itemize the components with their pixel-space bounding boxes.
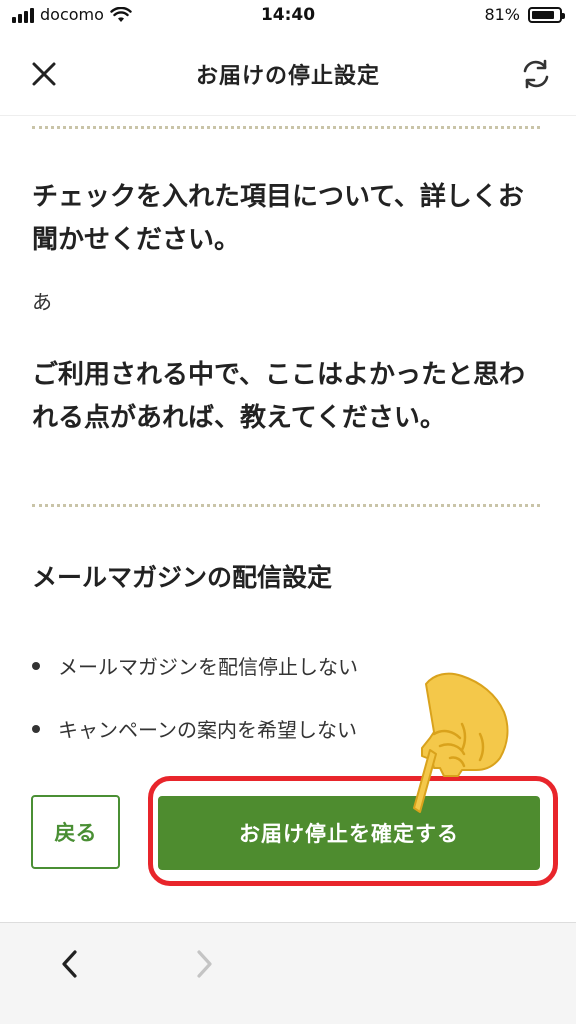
nav-bar: お届けの停止設定 bbox=[0, 34, 576, 116]
battery-percent: 81% bbox=[484, 5, 520, 24]
bullet-icon bbox=[32, 724, 40, 733]
chevron-left-icon[interactable] bbox=[56, 947, 84, 981]
chevron-right-icon[interactable] bbox=[190, 947, 218, 981]
option-label: キャンペーンの案内を希望しない bbox=[58, 718, 357, 742]
answer-1: あ bbox=[32, 290, 52, 314]
divider bbox=[32, 504, 540, 507]
back-button[interactable]: 戻る bbox=[31, 795, 120, 869]
pointing-hand-icon bbox=[400, 672, 512, 818]
browser-toolbar bbox=[0, 922, 576, 1024]
status-right: 81% bbox=[484, 5, 565, 24]
mail-settings-title: メールマガジンの配信設定 bbox=[32, 563, 333, 592]
question-1: チェックを入れた項目について、詳しくお聞かせください。 bbox=[32, 182, 524, 255]
status-bar: docomo 14:40 81% bbox=[0, 0, 576, 34]
option-label: メールマガジンを配信停止しない bbox=[58, 655, 358, 679]
question-2: ご利用される中で、ここはよかったと思われる点があれば、教えてください。 bbox=[32, 360, 525, 433]
divider bbox=[32, 126, 540, 129]
option-item[interactable]: キャンペーンの案内を希望しない bbox=[32, 714, 357, 743]
page-title: お届けの停止設定 bbox=[195, 64, 380, 89]
refresh-icon[interactable] bbox=[518, 56, 554, 92]
battery-icon bbox=[528, 6, 565, 23]
option-item[interactable]: メールマガジンを配信停止しない bbox=[32, 651, 358, 680]
bullet-icon bbox=[32, 661, 40, 670]
